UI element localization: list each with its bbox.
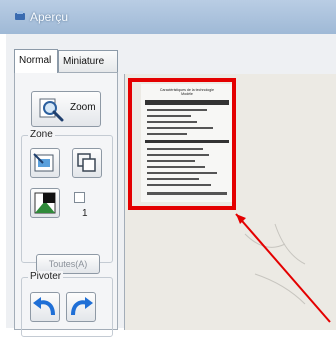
tab-normal-label: Normal [19,55,52,66]
tab-normal[interactable]: Normal [14,49,58,73]
